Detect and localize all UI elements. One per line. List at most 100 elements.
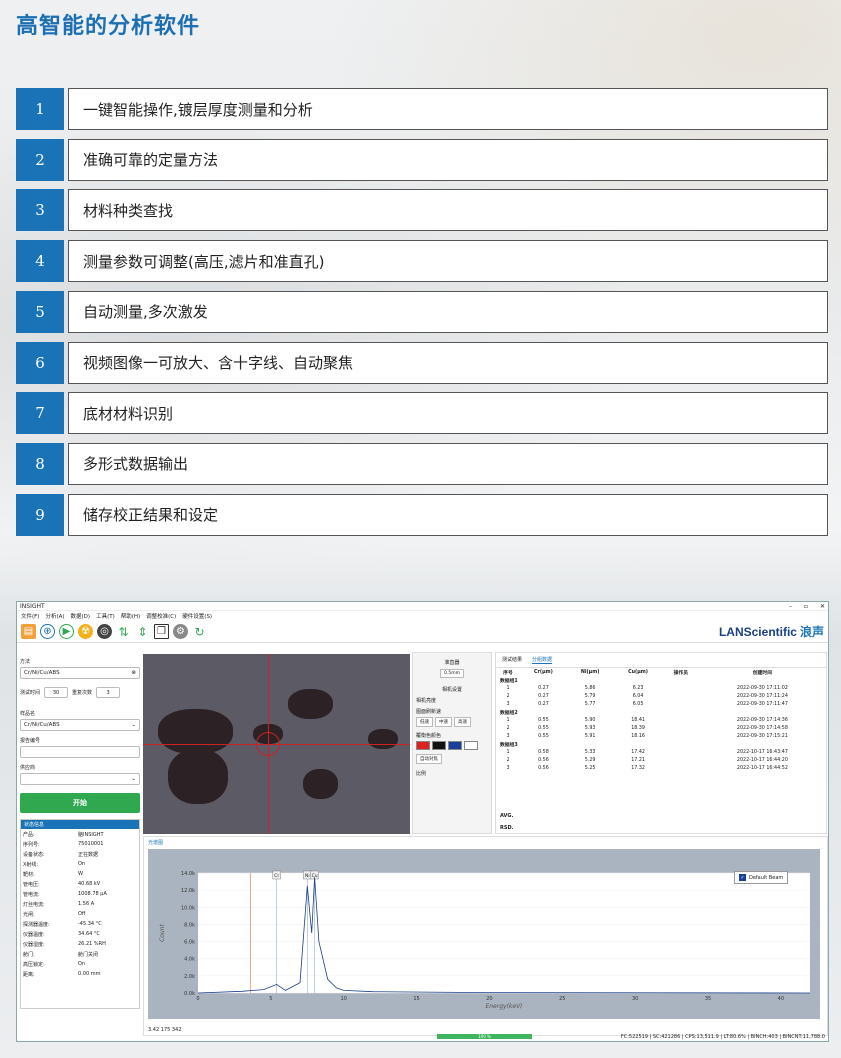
settings-icon[interactable]: ⚙ — [173, 624, 188, 639]
menu-bar: 文件(F) 分析(A) 数据(D) 工具(T) 帮助(H) 调整校准(C) 硬件设置(S) — [17, 611, 828, 621]
autofocus-button[interactable]: 自动对焦 — [416, 754, 442, 764]
y-tick-label: 10.0k — [181, 905, 195, 911]
status-row: 靶材: W — [23, 871, 83, 878]
feature-number: 5 — [16, 290, 64, 333]
feature-text: 储存校正结果和设定 — [68, 493, 828, 536]
speed-button[interactable]: 中速 — [435, 717, 452, 727]
menu-item[interactable]: 帮助(H) — [121, 612, 140, 620]
x-tick-label: 0 — [196, 996, 199, 1002]
menu-item[interactable]: 数据(D) — [71, 612, 91, 620]
color-blue[interactable] — [448, 741, 462, 750]
table-row[interactable]: 1 0.55 5.90 18.41 2022-09-30 17:14:36 — [496, 716, 826, 724]
table-row[interactable]: 1 0.27 5.86 6.23 2022-09-30 17:11:02 — [496, 684, 826, 692]
y-tick-label: 14.0k — [181, 871, 195, 877]
color-white[interactable] — [464, 741, 478, 750]
feature-number: 8 — [16, 442, 64, 485]
feature-item: 7 底材材料识别 — [16, 392, 828, 435]
move-icon[interactable]: ⇕ — [135, 624, 150, 639]
refresh-icon[interactable]: ↻ — [192, 624, 207, 639]
spectrum-chart[interactable]: 0.0k 2.0k 4.0k 6.0k 8.0k 10.0k 12.0k 14.0k 0 5 10 1… — [144, 837, 829, 1037]
close-button[interactable]: ✕ — [820, 603, 825, 610]
y-tick-label: 0.0k — [184, 991, 195, 997]
table-row[interactable]: 1 0.58 5.33 17.42 2022-10-17 16:43:47 — [496, 748, 826, 756]
status-row: 序列号: 75010001 — [23, 841, 104, 848]
table-row[interactable]: 2 0.55 5.93 18.39 2022-09-30 17:14:58 — [496, 724, 826, 732]
color-red[interactable] — [416, 741, 430, 750]
table-row[interactable]: 3 0.56 5.25 17.32 2022-10-17 16:44:52 — [496, 764, 826, 772]
status-bar: FC:522519 | SC:421286 | CPS:13,511.9 | L… — [620, 1034, 825, 1040]
status-row: 管电流: 1008.78 μA — [23, 891, 107, 898]
feature-item: 8 多形式数据输出 — [16, 442, 828, 485]
feature-number: 4 — [16, 240, 64, 283]
table-row[interactable]: 3 0.27 5.77 6.05 2022-09-30 17:11:47 — [496, 700, 826, 708]
method-field[interactable]: Cr/Ni/Cu/ABS ⊗ — [20, 667, 140, 679]
camera-label: 相机设置 — [441, 687, 462, 693]
avg-label: AVG. — [500, 813, 514, 819]
color-black[interactable] — [432, 741, 446, 750]
report-icon[interactable]: ▤ — [21, 624, 36, 639]
menu-item[interactable]: 文件(F) — [21, 612, 39, 620]
repeat-field[interactable]: 3 — [96, 687, 121, 698]
speed-label: 图面刷新速 — [416, 709, 442, 715]
repeat-label: 重复次数 — [72, 690, 93, 696]
x-tick-label: 35 — [705, 996, 711, 1002]
feature-number: 1 — [16, 88, 64, 130]
menu-item[interactable]: 工具(T) — [96, 612, 115, 620]
tab-group-data[interactable]: 分组数据 — [532, 656, 553, 664]
legend-label: Default Beam — [749, 874, 784, 881]
menu-item[interactable]: 分析(A) — [45, 612, 64, 620]
supplier-select[interactable]: ⌄ — [20, 773, 140, 785]
column-header: Cr(μm) — [534, 669, 553, 675]
title-bar: INSIGHT – ▫ ✕ — [17, 602, 828, 611]
y-tick-label: 6.0k — [184, 940, 195, 946]
radiation-icon[interactable]: ☢ — [78, 624, 93, 639]
x-tick-label: 30 — [632, 996, 638, 1002]
method-label: 方法 — [20, 659, 31, 665]
status-row: 灯丝电流: 1.56 A — [23, 901, 95, 908]
window-icon[interactable]: ❐ — [154, 624, 169, 639]
table-row[interactable]: 2 0.56 5.29 17.21 2022-10-17 16:44:20 — [496, 756, 826, 764]
y-axis-label: Count — [159, 923, 166, 941]
feature-item: 1 一键智能操作,镀层厚度测量和分析 — [16, 88, 828, 130]
feature-item: 5 自动测量,多次激发 — [16, 290, 828, 333]
speed-button[interactable]: 低速 — [416, 717, 433, 727]
report-field[interactable] — [20, 746, 140, 758]
spectrum-panel: 光谱图 0.0k 2.0k 4.0k 6.0k 8.0k 10.0k 12.0k 14.0k 0… — [143, 836, 828, 1036]
app-title: INSIGHT — [20, 602, 45, 610]
feature-number: 9 — [16, 493, 64, 536]
time-field[interactable]: 30 — [44, 687, 69, 698]
clear-icon: ⊗ — [131, 670, 136, 676]
maximize-button[interactable]: ▫ — [804, 603, 808, 610]
left-panel: 方法 Cr/Ni/Cu/ABS ⊗ 测试时间 30 重复次数 3 样品名 Cr/N… — [20, 652, 140, 1037]
feature-text: 自动测量,多次激发 — [68, 290, 828, 333]
speed-button[interactable]: 高速 — [454, 717, 471, 727]
feature-text: 准确可靠的定量方法 — [68, 138, 828, 181]
play-icon[interactable]: ▶ — [59, 624, 74, 639]
minimize-button[interactable]: – — [789, 603, 792, 610]
x-axis-label: Energy(keV) — [485, 1003, 522, 1010]
sort-icon[interactable]: ⇅ — [116, 624, 131, 639]
status-row: 光闸: Off — [23, 911, 86, 918]
legend[interactable]: ✓ Default Beam — [734, 871, 789, 884]
table-row[interactable]: 2 0.27 5.79 6.04 2022-09-30 17:11:24 — [496, 692, 826, 700]
x-tick-label: 5 — [269, 996, 272, 1002]
status-row: 仪器温度: 34.64 °C — [23, 931, 100, 938]
menu-item[interactable]: 硬件设置(S) — [182, 612, 212, 620]
results-panel: 测试结果 分组数据 序号 Cr(μm) Ni(μm) Cu(μm) 操作员 创建时间 数据组1… — [495, 652, 827, 834]
x-tick-label: 10 — [341, 996, 347, 1002]
collimator-select[interactable]: 0.5mm — [440, 669, 464, 678]
tab-results[interactable]: 测试结果 — [502, 656, 522, 664]
crosshair-icon[interactable]: ⊕ — [40, 624, 55, 639]
table-row[interactable]: 3 0.55 5.91 18.16 2022-09-30 17:15:21 — [496, 732, 826, 740]
shutter-icon[interactable]: ◎ — [97, 624, 112, 639]
sample-label: 样品名 — [20, 711, 36, 717]
sample-select[interactable]: Cr/Ni/Cu/ABS ⌄ — [20, 719, 140, 731]
feature-text: 多形式数据输出 — [68, 442, 828, 485]
feature-item: 4 测量参数可调整(高压,滤片和准直孔) — [16, 240, 828, 283]
menu-item[interactable]: 调整校准(C) — [146, 612, 176, 620]
start-button[interactable]: 开始 — [20, 793, 140, 813]
video-view[interactable] — [143, 654, 410, 834]
column-header: 创建时间 — [752, 670, 772, 676]
group-label: 数据组3 — [500, 742, 518, 748]
cursor-readout: 3.42 175 342 — [148, 1027, 182, 1033]
